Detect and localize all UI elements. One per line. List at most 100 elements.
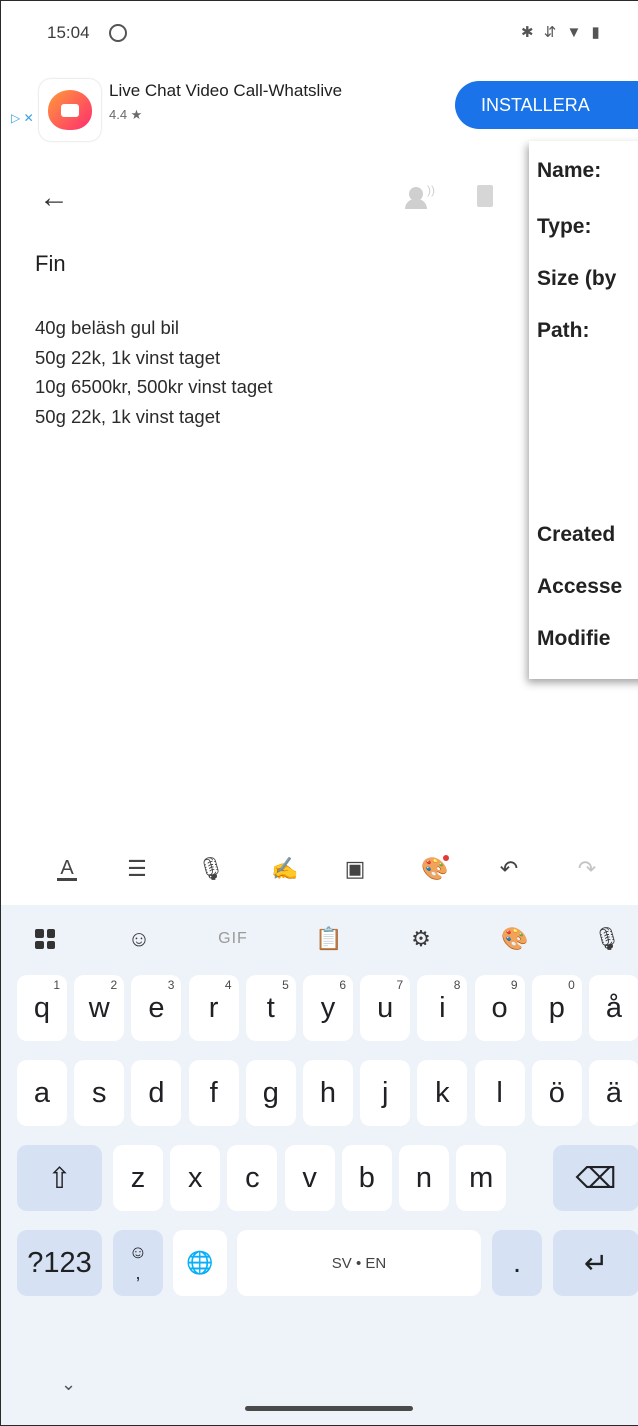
key-m[interactable]: m: [456, 1145, 507, 1211]
key-b-label: b: [358, 1161, 375, 1194]
ad-banner[interactable]: ▷ ✕ Live Chat Video Call-Whatslive 4.4 ★…: [1, 69, 638, 149]
sticker-icon[interactable]: ☺: [117, 917, 161, 961]
globe-key[interactable]: 🌐: [173, 1230, 227, 1296]
key-y-label: y: [320, 991, 336, 1024]
key-f-label: f: [209, 1076, 218, 1109]
key-e-hint: 3: [167, 978, 175, 992]
key-y[interactable]: y6: [303, 975, 353, 1041]
key-q[interactable]: q1: [17, 975, 67, 1041]
key-x[interactable]: x: [170, 1145, 221, 1211]
key-d[interactable]: d: [131, 1060, 182, 1126]
key-u[interactable]: u7: [360, 975, 411, 1041]
install-button[interactable]: INSTALLERA: [455, 81, 638, 129]
prop-created-label: Created: [537, 523, 616, 546]
key-i-label: i: [439, 991, 446, 1024]
undo-icon[interactable]: ↶: [489, 849, 529, 889]
key-r-hint: 4: [224, 978, 232, 992]
prop-modified-label: Modifie: [537, 627, 611, 650]
gif-button[interactable]: GIF: [211, 917, 255, 961]
file-properties-panel: Name: Type: Size (by Path: Created Acces…: [529, 141, 638, 679]
key-e-label: e: [148, 991, 165, 1024]
key-e[interactable]: e3: [131, 975, 182, 1041]
note-line: 50g 22k, 1k vinst taget: [35, 346, 221, 368]
key-t[interactable]: t5: [245, 975, 296, 1041]
key-ä[interactable]: ä: [589, 1060, 638, 1126]
image-icon[interactable]: ▣: [335, 849, 375, 889]
symbols-key-label: ?123: [27, 1246, 92, 1279]
key-k-label: k: [435, 1076, 450, 1109]
key-o[interactable]: o9: [474, 975, 525, 1041]
key-u-label: u: [377, 991, 394, 1024]
adchoices-icon[interactable]: ▷ ✕: [11, 111, 34, 125]
settings-gear-icon[interactable]: ⚙: [399, 917, 443, 961]
back-arrow-icon[interactable]: ←: [39, 181, 69, 215]
status-bar: 15:04 ✱ ⇵ ▼ ▮: [47, 23, 638, 47]
key-j[interactable]: j: [360, 1060, 411, 1126]
key-f[interactable]: f: [188, 1060, 239, 1126]
screen: 15:04 ✱ ⇵ ▼ ▮ ▷ ✕ Live Chat Video Call-W…: [0, 0, 638, 1426]
key-a-label: a: [33, 1076, 51, 1109]
backspace-key[interactable]: ⌫: [553, 1145, 638, 1211]
voice-mic-icon[interactable]: 🎙: [585, 917, 629, 961]
period-key-label: .: [512, 1246, 522, 1279]
space-key-label: SV • EN: [331, 1254, 387, 1272]
key-n[interactable]: n: [399, 1145, 449, 1211]
mic-icon[interactable]: 🎙: [191, 849, 231, 889]
emoji-comma-key[interactable]: ☺,: [113, 1230, 163, 1296]
apps-grid-icon[interactable]: [23, 917, 67, 961]
key-s[interactable]: s: [74, 1060, 125, 1126]
text-format-icon[interactable]: A: [47, 849, 87, 889]
key-r[interactable]: r4: [188, 975, 239, 1041]
period-key[interactable]: .: [492, 1230, 542, 1296]
key-b[interactable]: b: [341, 1145, 392, 1211]
key-s-label: s: [91, 1076, 107, 1109]
enter-key[interactable]: ↵: [553, 1230, 638, 1296]
key-k[interactable]: k: [417, 1060, 468, 1126]
key-n-label: n: [415, 1161, 433, 1194]
draw-icon[interactable]: ✍: [265, 849, 305, 889]
key-ö[interactable]: ö: [531, 1060, 582, 1126]
key-z[interactable]: z: [113, 1145, 163, 1211]
key-v[interactable]: v: [284, 1145, 335, 1211]
gesture-nav-bar[interactable]: [245, 1406, 413, 1411]
key-i-hint: 8: [453, 978, 461, 992]
key-w[interactable]: w2: [74, 975, 125, 1041]
key-z-label: z: [130, 1161, 146, 1194]
note-line: 40g beläsh gul bil: [35, 317, 179, 338]
key-o-hint: 9: [510, 978, 518, 992]
symbols-key[interactable]: ?123: [17, 1230, 102, 1296]
redo-icon[interactable]: ↷: [567, 849, 607, 889]
key-o-label: o: [491, 991, 508, 1024]
key-c[interactable]: c: [227, 1145, 278, 1211]
key-i[interactable]: i8: [417, 975, 468, 1041]
ad-app-name[interactable]: Live Chat Video Call-Whatslive: [109, 81, 342, 101]
app-logo-icon[interactable]: [39, 79, 101, 141]
key-q-label: q: [33, 991, 51, 1024]
enter-key-label: ↵: [583, 1247, 609, 1280]
document-icon[interactable]: [477, 185, 493, 207]
prop-name-label: Name:: [537, 159, 602, 182]
key-a[interactable]: a: [17, 1060, 67, 1126]
clipboard-icon[interactable]: 📋: [307, 917, 351, 961]
key-l[interactable]: l: [474, 1060, 525, 1126]
note-title[interactable]: Fin: [35, 251, 66, 277]
ad-rating: 4.4 ★: [109, 107, 143, 122]
shift-key[interactable]: ⇧: [17, 1145, 102, 1211]
checklist-icon[interactable]: ☰: [117, 849, 157, 889]
key-å[interactable]: å: [589, 975, 638, 1041]
key-p[interactable]: p0: [531, 975, 582, 1041]
text-to-speech-icon[interactable]: )): [405, 183, 439, 209]
key-l-label: l: [496, 1076, 503, 1109]
key-h[interactable]: h: [303, 1060, 353, 1126]
comma-label: ,: [135, 1263, 141, 1283]
palette-icon[interactable]: 🎨: [415, 849, 455, 889]
key-å-label: å: [605, 991, 623, 1024]
note-line: 10g 6500kr, 500kr vinst taget: [35, 376, 273, 397]
theme-palette-icon[interactable]: 🎨: [493, 917, 537, 961]
note-body[interactable]: 40g beläsh gul bil 50g 22k, 1k vinst tag…: [35, 313, 273, 431]
key-t-hint: 5: [282, 978, 289, 992]
key-g[interactable]: g: [245, 1060, 296, 1126]
key-d-label: d: [148, 1076, 165, 1109]
hide-keyboard-icon[interactable]: ⌄: [61, 1374, 76, 1395]
space-key[interactable]: SV • EN: [237, 1230, 481, 1296]
